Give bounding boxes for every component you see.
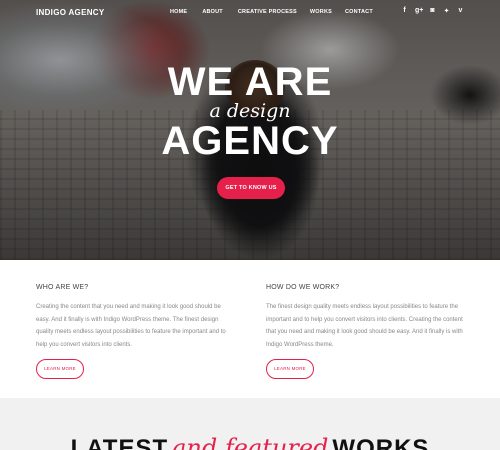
facebook-icon[interactable]: f xyxy=(401,7,408,15)
who-are-we-heading: WHO ARE WE? xyxy=(36,284,89,291)
brand-logo[interactable]: INDIGO AGENCY xyxy=(36,8,105,17)
how-do-we-work-column: HOW DO WE WORK? The finest design qualit… xyxy=(266,284,466,379)
instagram-icon[interactable]: ◙ xyxy=(429,7,436,15)
learn-more-button-left[interactable]: LEARN MORE xyxy=(36,359,84,379)
works-title-latest: LATEST xyxy=(70,435,169,450)
hero-section: INDIGO AGENCY HOME ABOUT CREATIVE PROCES… xyxy=(0,0,500,260)
social-links: f g+ ◙ ✦ v xyxy=(401,7,464,15)
hero-heading-line3: AGENCY xyxy=(161,119,339,163)
hero-heading-line2: a design xyxy=(209,100,291,122)
who-are-we-text: Creating the content that you need and m… xyxy=(36,304,226,348)
info-section: WHO ARE WE? Creating the content that yo… xyxy=(0,260,500,398)
how-do-we-work-heading: HOW DO WE WORK? xyxy=(266,284,340,291)
nav-item-works[interactable]: WORKS xyxy=(310,9,332,15)
works-title: LATEST and featured WORKS xyxy=(0,435,500,450)
nav-item-home[interactable]: HOME xyxy=(170,9,187,15)
twitter-icon[interactable]: ✦ xyxy=(443,7,450,15)
nav-item-creative-process[interactable]: CREATIVE PROCESS xyxy=(238,9,297,15)
learn-more-button-right[interactable]: LEARN MORE xyxy=(266,359,314,379)
hero-heading-line1: WE ARE xyxy=(167,60,333,104)
who-are-we-column: WHO ARE WE? Creating the content that yo… xyxy=(36,284,236,379)
how-do-we-work-text: The finest design quality meets endless … xyxy=(266,304,463,348)
nav-item-contact[interactable]: CONTACT xyxy=(345,9,373,15)
works-title-and-featured: and featured xyxy=(172,434,329,450)
works-section: LATEST and featured WORKS xyxy=(0,398,500,450)
top-navigation: INDIGO AGENCY HOME ABOUT CREATIVE PROCES… xyxy=(0,0,500,26)
works-title-works: WORKS xyxy=(332,435,430,450)
vimeo-icon[interactable]: v xyxy=(457,7,464,15)
nav-item-about[interactable]: ABOUT xyxy=(202,9,223,15)
main-menu: HOME ABOUT CREATIVE PROCESS WORKS CONTAC… xyxy=(170,9,373,15)
google-plus-icon[interactable]: g+ xyxy=(415,7,423,15)
get-to-know-us-button[interactable]: GET TO KNOW US xyxy=(217,177,285,199)
